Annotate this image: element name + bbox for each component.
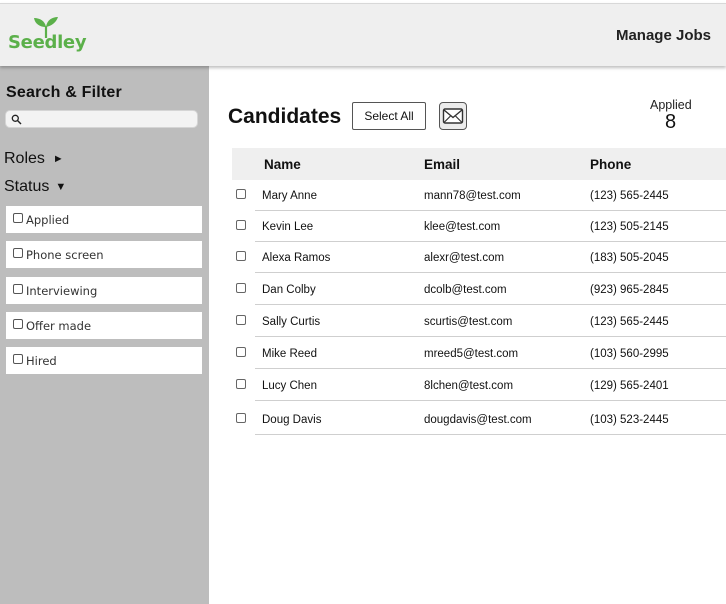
- table-row[interactable]: Lucy Chen 8lchen@test.com (129) 565-2401: [232, 370, 726, 401]
- row-checkbox[interactable]: [236, 413, 246, 423]
- search-box[interactable]: [5, 110, 198, 128]
- main-content: Candidates Select All Applied 8 Name Ema…: [209, 66, 726, 604]
- logo-text: Seedley: [8, 32, 87, 53]
- table-row[interactable]: Sally Curtis scurtis@test.com (123) 565-…: [232, 306, 726, 337]
- app-header: Seedley Manage Jobs: [0, 3, 726, 66]
- roles-filter-toggle[interactable]: Roles ►: [4, 150, 64, 168]
- column-header-phone[interactable]: Phone: [590, 157, 631, 172]
- candidate-name: Mike Reed: [262, 348, 317, 360]
- candidate-email: alexr@test.com: [424, 252, 505, 264]
- sidebar-title: Search & Filter: [6, 84, 122, 101]
- row-checkbox[interactable]: [236, 189, 246, 199]
- applied-count-value: 8: [665, 111, 677, 133]
- status-option-phone-screen[interactable]: Phone screen: [6, 241, 202, 268]
- caret-down-icon: ▼: [55, 181, 67, 193]
- manage-jobs-link[interactable]: Manage Jobs: [616, 27, 711, 44]
- status-checkbox[interactable]: [13, 213, 23, 223]
- row-divider: [255, 368, 726, 369]
- status-checkbox[interactable]: [13, 354, 23, 364]
- row-divider: [255, 272, 726, 273]
- candidate-name: Doug Davis: [262, 414, 322, 426]
- candidate-email: mreed5@test.com: [424, 348, 519, 360]
- status-filter-toggle[interactable]: Status ▼: [4, 178, 66, 196]
- candidate-phone: (123) 565-2445: [590, 316, 669, 328]
- candidate-phone: (123) 565-2445: [590, 190, 669, 202]
- status-option-label: Phone screen: [26, 247, 104, 262]
- status-checkbox[interactable]: [13, 319, 23, 329]
- table-row[interactable]: Mike Reed mreed5@test.com (103) 560-2995: [232, 338, 726, 369]
- row-divider: [255, 434, 726, 435]
- table-row[interactable]: Dan Colby dcolb@test.com (923) 965-2845: [232, 274, 726, 305]
- row-divider: [255, 304, 726, 305]
- search-icon: [11, 114, 22, 125]
- candidate-email: 8lchen@test.com: [424, 380, 514, 392]
- candidate-name: Alexa Ramos: [262, 252, 331, 264]
- seedley-logo[interactable]: Seedley: [8, 16, 87, 56]
- candidate-name: Kevin Lee: [262, 221, 314, 233]
- page-title: Candidates: [228, 105, 342, 128]
- table-row[interactable]: Mary Anne mann78@test.com (123) 565-2445: [232, 180, 726, 211]
- candidate-name: Dan Colby: [262, 284, 316, 296]
- candidate-phone: (103) 560-2995: [590, 348, 669, 360]
- search-input[interactable]: [24, 111, 194, 127]
- candidate-phone: (123) 505-2145: [590, 221, 669, 233]
- candidate-email: mann78@test.com: [424, 190, 521, 202]
- table-row[interactable]: Kevin Lee klee@test.com (123) 505-2145: [232, 211, 726, 242]
- column-header-email[interactable]: Email: [424, 157, 460, 172]
- status-option-label: Interviewing: [26, 283, 98, 298]
- candidate-phone: (183) 505-2045: [590, 252, 669, 264]
- candidate-phone: (129) 565-2401: [590, 380, 669, 392]
- status-label: Status: [4, 178, 50, 195]
- row-checkbox[interactable]: [236, 379, 246, 389]
- table-row[interactable]: Alexa Ramos alexr@test.com (183) 505-204…: [232, 242, 726, 273]
- applied-count-label: Applied: [650, 98, 692, 112]
- candidate-email: dcolb@test.com: [424, 284, 507, 296]
- status-option-applied[interactable]: Applied: [6, 206, 202, 233]
- status-option-offer-made[interactable]: Offer made: [6, 312, 202, 339]
- status-option-label: Applied: [26, 212, 70, 227]
- row-checkbox[interactable]: [236, 315, 246, 325]
- mail-icon: [442, 108, 464, 124]
- status-option-label: Hired: [26, 353, 57, 368]
- roles-label: Roles: [4, 150, 45, 167]
- status-checkbox[interactable]: [13, 248, 23, 258]
- row-divider: [255, 336, 726, 337]
- table-header: Name Email Phone: [232, 148, 726, 180]
- status-option-label: Offer made: [26, 318, 92, 333]
- row-checkbox[interactable]: [236, 347, 246, 357]
- email-button[interactable]: [439, 102, 467, 130]
- status-option-hired[interactable]: Hired: [6, 347, 202, 374]
- column-header-name[interactable]: Name: [264, 157, 301, 172]
- candidate-name: Sally Curtis: [262, 316, 321, 328]
- sidebar: Search & Filter Roles ► Status ▼ Applied…: [0, 66, 209, 604]
- candidate-email: klee@test.com: [424, 221, 501, 233]
- candidate-email: scurtis@test.com: [424, 316, 513, 328]
- row-checkbox[interactable]: [236, 220, 246, 230]
- select-all-button[interactable]: Select All: [352, 102, 426, 130]
- candidate-email: dougdavis@test.com: [424, 414, 532, 426]
- table-row[interactable]: Doug Davis dougdavis@test.com (103) 523-…: [232, 404, 726, 435]
- candidate-phone: (103) 523-2445: [590, 414, 669, 426]
- row-divider: [255, 400, 726, 401]
- row-checkbox[interactable]: [236, 251, 246, 261]
- candidate-phone: (923) 965-2845: [590, 284, 669, 296]
- status-option-interviewing[interactable]: Interviewing: [6, 277, 202, 304]
- candidate-name: Mary Anne: [262, 190, 317, 202]
- caret-right-icon: ►: [52, 153, 64, 165]
- row-checkbox[interactable]: [236, 283, 246, 293]
- status-checkbox[interactable]: [13, 284, 23, 294]
- candidate-name: Lucy Chen: [262, 380, 317, 392]
